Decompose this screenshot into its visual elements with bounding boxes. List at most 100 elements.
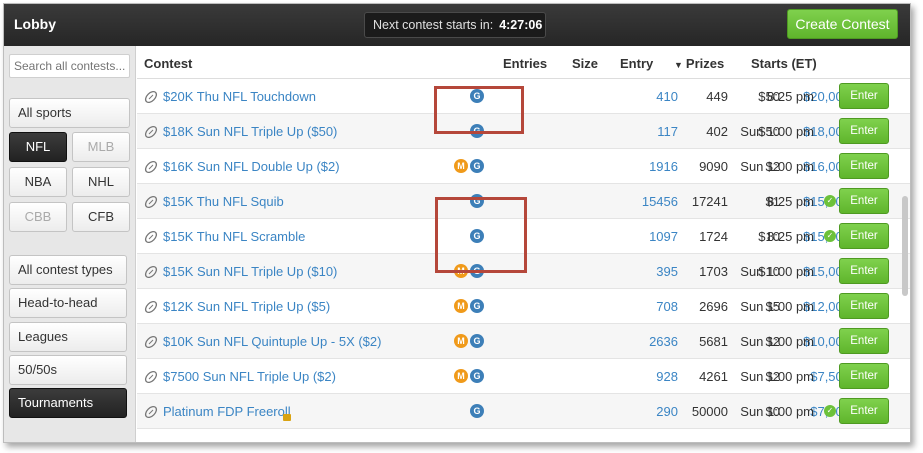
enter-button[interactable]: Enter xyxy=(839,223,889,249)
contest-name-link[interactable]: $18K Sun NFL Triple Up ($50) xyxy=(163,124,337,139)
table-row[interactable]: $10K Sun NFL Quintuple Up - 5X ($2) M G 263… xyxy=(137,324,910,359)
guaranteed-icon: G xyxy=(470,299,484,313)
enter-button[interactable]: Enter xyxy=(839,328,889,354)
enter-button[interactable]: Enter xyxy=(839,188,889,214)
contest-size: 2696 xyxy=(699,299,728,314)
table-row[interactable]: $12K Sun NFL Triple Up ($5) M G 708 2696 $5 $1… xyxy=(137,289,910,324)
enter-button[interactable]: Enter xyxy=(839,118,889,144)
football-icon xyxy=(143,404,159,420)
guaranteed-icon: G xyxy=(470,369,484,383)
sort-desc-icon: ▼ xyxy=(674,60,683,70)
football-icon xyxy=(143,124,159,140)
start-time: Sun 1:00 pm xyxy=(740,334,814,349)
entries-count[interactable]: 708 xyxy=(656,299,678,314)
contest-name-link[interactable]: $15K Thu NFL Squib xyxy=(163,194,284,209)
multi-entry-icon: M xyxy=(454,369,468,383)
entries-count[interactable]: 410 xyxy=(656,89,678,104)
entries-count[interactable]: 2636 xyxy=(649,334,678,349)
table-scrollbar[interactable] xyxy=(900,46,910,442)
multi-entry-icon: M xyxy=(454,299,468,313)
football-icon xyxy=(143,369,159,385)
enter-button[interactable]: Enter xyxy=(839,363,889,389)
football-icon xyxy=(143,299,159,315)
contest-name-link[interactable]: $12K Sun NFL Triple Up ($5) xyxy=(163,299,330,314)
enter-button[interactable]: Enter xyxy=(839,83,889,109)
contest-name-link[interactable]: Platinum FDP Freeroll xyxy=(163,404,291,419)
start-time: Sun 1:00 pm xyxy=(740,299,814,314)
start-time: 8:25 pm xyxy=(767,229,814,244)
entries-count[interactable]: 15456 xyxy=(642,194,678,209)
contest-name-link[interactable]: $20K Thu NFL Touchdown xyxy=(163,89,316,104)
scroll-thumb[interactable] xyxy=(902,196,908,296)
sport-filter-cfb[interactable]: CFB xyxy=(72,202,130,232)
enter-button[interactable]: Enter xyxy=(839,293,889,319)
enter-button[interactable]: Enter xyxy=(839,258,889,284)
annotation-box-2 xyxy=(435,197,527,273)
header-starts[interactable]: Starts (ET) xyxy=(751,56,817,71)
start-time: 8:25 pm xyxy=(767,89,814,104)
football-icon xyxy=(143,159,159,175)
sport-filter-nhl[interactable]: NHL xyxy=(72,167,130,197)
entries-count[interactable]: 290 xyxy=(656,404,678,419)
football-icon xyxy=(143,89,159,105)
header-size[interactable]: Size xyxy=(572,56,598,71)
start-time: 8:25 pm xyxy=(767,194,814,209)
contest-name-link[interactable]: $16K Sun NFL Double Up ($2) xyxy=(163,159,340,174)
table-header: Contest Entries Size Entry ▼ Prizes Start… xyxy=(137,46,910,79)
contest-size: 17241 xyxy=(691,194,728,209)
entered-check-icon: ✓ xyxy=(824,230,836,242)
start-time: Sun 1:00 pm xyxy=(740,159,814,174)
contest-name-link[interactable]: $7500 Sun NFL Triple Up ($2) xyxy=(163,369,336,384)
lobby-window: Lobby Next contest starts in: 4:27:06 Cre… xyxy=(3,3,911,443)
football-icon xyxy=(143,334,159,350)
start-time: Sun 1:00 pm xyxy=(740,124,814,139)
all-sports-button[interactable]: All sports xyxy=(9,98,130,128)
contest-name-link[interactable]: $10K Sun NFL Quintuple Up - 5X ($2) xyxy=(163,334,381,349)
enter-button[interactable]: Enter xyxy=(839,398,889,424)
guaranteed-icon: G xyxy=(470,334,484,348)
enter-button[interactable]: Enter xyxy=(839,153,889,179)
contest-size: 1703 xyxy=(699,264,728,279)
entries-count[interactable]: 928 xyxy=(656,369,678,384)
guaranteed-icon: G xyxy=(470,159,484,173)
header-entry[interactable]: Entry xyxy=(620,56,653,71)
timer-value: 4:27:06 xyxy=(499,18,543,32)
football-icon xyxy=(143,264,159,280)
contest-type-1[interactable]: Head-to-head xyxy=(9,288,127,318)
entries-count[interactable]: 395 xyxy=(656,264,678,279)
timer-label: Next contest starts in: xyxy=(373,18,494,32)
sport-filter-mlb[interactable]: MLB xyxy=(72,132,130,162)
contest-name-link[interactable]: $15K Thu NFL Scramble xyxy=(163,229,305,244)
contest-type-2[interactable]: Leagues xyxy=(9,322,127,352)
table-row[interactable]: $7500 Sun NFL Triple Up ($2) M G 928 4261 $2 $… xyxy=(137,359,910,394)
contest-type-3[interactable]: 50/50s xyxy=(9,355,127,385)
sport-filter-nfl[interactable]: NFL xyxy=(9,132,67,162)
contest-size: 5681 xyxy=(699,334,728,349)
multi-entry-icon: M xyxy=(454,159,468,173)
entries-count[interactable]: 1097 xyxy=(649,229,678,244)
header-entries[interactable]: Entries xyxy=(503,56,547,71)
table-row[interactable]: Platinum FDP FreerollG29050000$0$7,000Su… xyxy=(137,394,910,429)
header-contest[interactable]: Contest xyxy=(144,56,192,71)
entries-count[interactable]: 1916 xyxy=(649,159,678,174)
football-icon xyxy=(143,229,159,245)
table-row[interactable]: $16K Sun NFL Double Up ($2) M G 1916 9090 $2 $… xyxy=(137,149,910,184)
contest-size: 1724 xyxy=(699,229,728,244)
entered-check-icon: ✓ xyxy=(824,405,836,417)
lock-icon xyxy=(283,414,291,421)
search-input[interactable] xyxy=(9,54,130,78)
contest-name-link[interactable]: $15K Sun NFL Triple Up ($10) xyxy=(163,264,337,279)
start-time: Sun 1:00 pm xyxy=(740,404,814,419)
start-time: Sun 1:00 pm xyxy=(740,264,814,279)
contest-size: 449 xyxy=(706,89,728,104)
contest-type-0[interactable]: All contest types xyxy=(9,255,127,285)
contest-size: 50000 xyxy=(691,404,728,419)
contest-type-4[interactable]: Tournaments xyxy=(9,388,127,418)
create-contest-button[interactable]: Create Contest xyxy=(787,9,898,39)
header-prizes[interactable]: ▼ Prizes xyxy=(674,56,724,71)
contest-table: Contest Entries Size Entry ▼ Prizes Start… xyxy=(137,46,910,442)
sport-filter-cbb[interactable]: CBB xyxy=(9,202,67,232)
sport-filter-nba[interactable]: NBA xyxy=(9,167,67,197)
contest-size: 9090 xyxy=(699,159,728,174)
entries-count[interactable]: 117 xyxy=(657,124,678,139)
